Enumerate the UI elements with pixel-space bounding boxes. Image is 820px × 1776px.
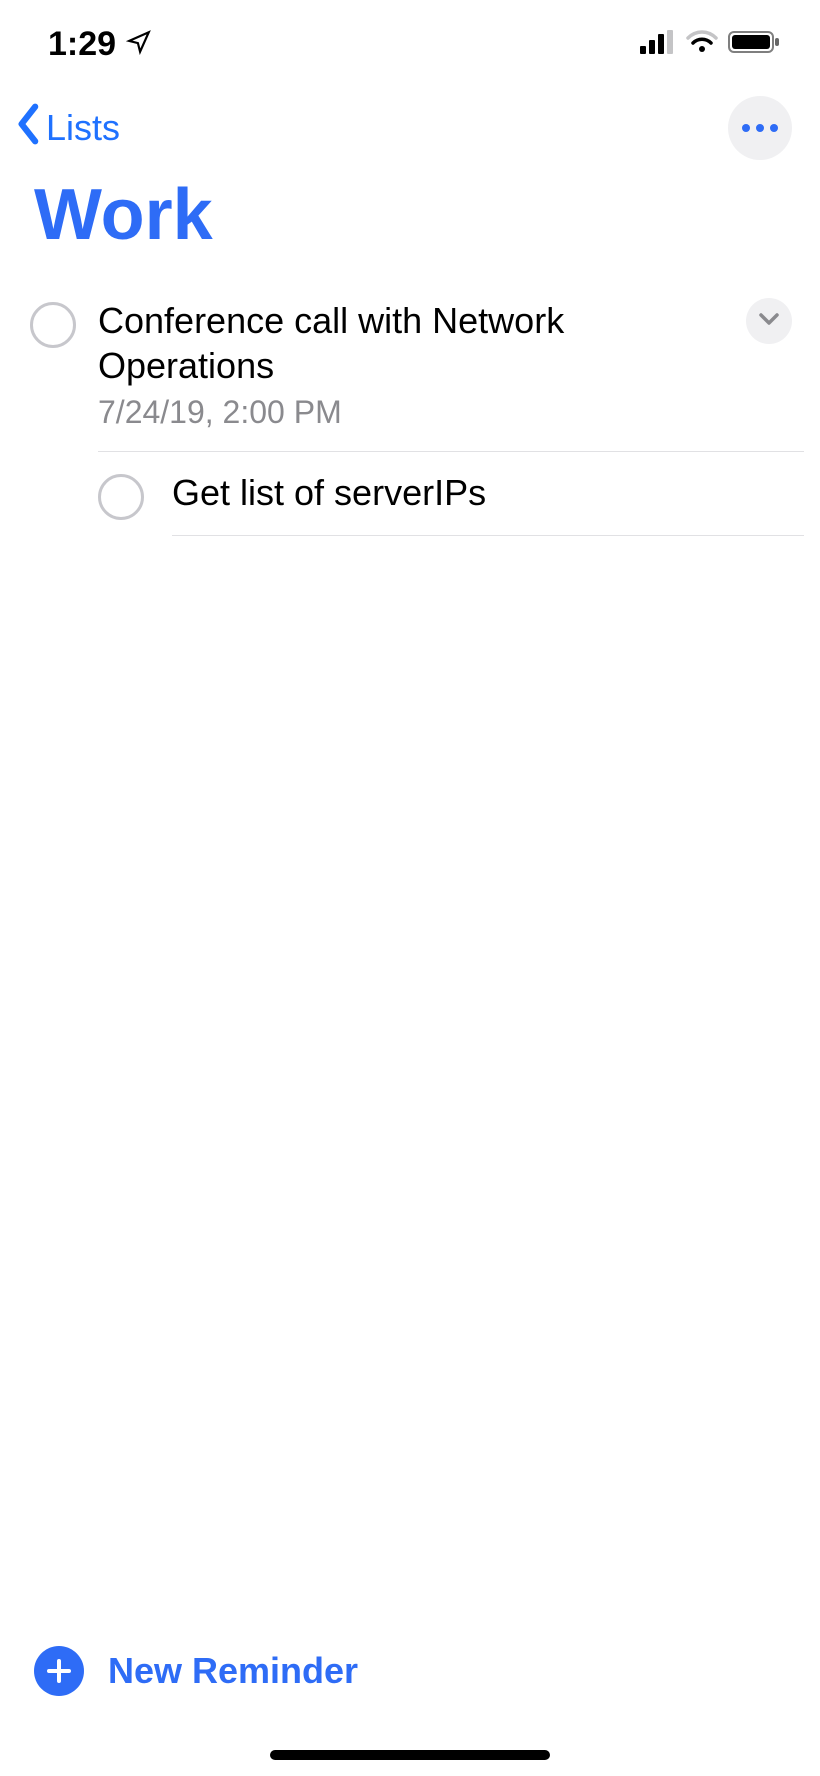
status-right (640, 30, 780, 59)
nav-bar: Lists (0, 88, 820, 168)
expand-button[interactable] (746, 298, 792, 344)
ellipsis-icon (742, 124, 778, 132)
chevron-down-icon (758, 312, 780, 331)
complete-toggle[interactable] (98, 474, 144, 520)
wifi-icon (686, 30, 718, 59)
status-time: 1:29 (48, 25, 116, 64)
new-reminder-label: New Reminder (108, 1650, 358, 1692)
home-indicator[interactable] (270, 1750, 550, 1760)
plus-icon (34, 1646, 84, 1696)
chevron-left-icon (14, 103, 44, 154)
new-reminder-button[interactable]: New Reminder (0, 1646, 820, 1696)
reminder-title: Conference call with Network Operations (98, 298, 788, 388)
complete-toggle[interactable] (30, 302, 76, 348)
back-label: Lists (46, 107, 120, 149)
location-icon (126, 25, 152, 64)
reminder-subitem[interactable]: Get list of serverIPs (0, 452, 820, 536)
reminder-title: Get list of serverIPs (172, 470, 788, 515)
status-left: 1:29 (48, 25, 152, 64)
cellular-icon (640, 30, 676, 59)
reminder-datetime: 7/24/19, 2:00 PM (98, 394, 788, 431)
reminder-item[interactable]: Conference call with Network Operations … (0, 280, 820, 452)
battery-icon (728, 30, 780, 59)
list-title: Work (0, 168, 820, 280)
back-button[interactable]: Lists (14, 103, 120, 154)
more-button[interactable] (728, 96, 792, 160)
status-bar: 1:29 (0, 0, 820, 88)
reminders-list: Conference call with Network Operations … (0, 280, 820, 536)
